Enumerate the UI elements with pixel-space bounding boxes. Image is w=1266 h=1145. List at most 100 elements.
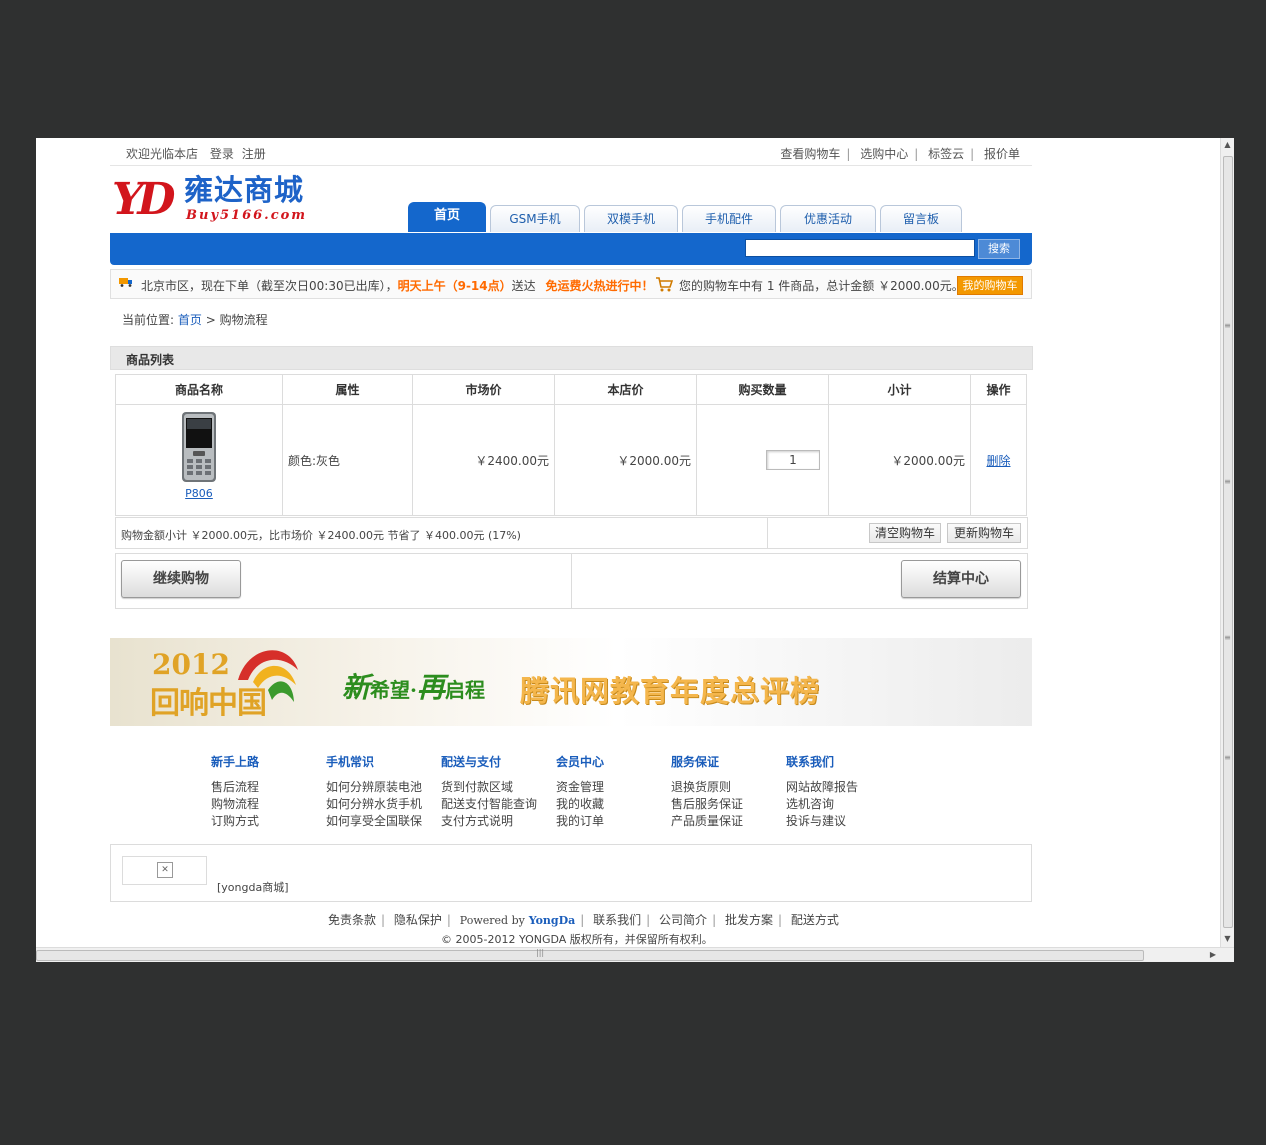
section-title: 商品列表 [126, 353, 175, 367]
register-link[interactable]: 注册 [242, 147, 266, 161]
continue-shopping-button[interactable]: 继续购物 [121, 560, 241, 598]
footer-column: 会员中心 资金管理 我的收藏 我的订单 [556, 753, 671, 830]
product-attribute: 颜色:灰色 [282, 404, 413, 516]
delete-item-link[interactable]: 删除 [986, 454, 1010, 468]
my-cart-button[interactable]: 我的购物车 [957, 276, 1023, 295]
friend-link-name[interactable]: [yongda商城] [217, 879, 289, 895]
separator: | [580, 913, 585, 927]
flame-swirl-icon [238, 650, 298, 702]
cart-icon [656, 277, 673, 292]
breadcrumb-home-link[interactable]: 首页 [178, 313, 202, 327]
footer-link-about[interactable]: 公司简介 [659, 913, 707, 927]
footer-link-disclaimer[interactable]: 免责条款 [328, 913, 376, 927]
quantity-input[interactable]: 1 [766, 450, 820, 470]
delivery-text: 北京市区，现在下单（截至次日00:30已出库），明天上午（9-14点）送达 免运… [141, 277, 653, 294]
logo-chinese-name: 雍达商城 [184, 173, 305, 207]
footer-link-wholesale[interactable]: 批发方案 [725, 913, 773, 927]
banner-title: 腾讯网教育年度总评榜 [520, 674, 821, 708]
footer-link[interactable]: 网站故障报告 [786, 779, 901, 796]
footer-link[interactable]: 我的订单 [556, 813, 671, 830]
divider [571, 554, 572, 608]
slogan-part-d: 启程 [445, 678, 485, 702]
footer-link[interactable]: 投诉与建议 [786, 813, 901, 830]
footer-column-title[interactable]: 配送与支付 [441, 753, 556, 770]
breadcrumb-current: 购物流程 [219, 313, 268, 327]
quote-list-link[interactable]: 报价单 [984, 147, 1020, 161]
cart-summary-text: 您的购物车中有 1 件商品，总计金额 ￥2000.00元。 [679, 279, 964, 293]
subtotal: ￥2000.00元 [828, 404, 971, 516]
scroll-down-arrow-icon[interactable]: ▼ [1221, 932, 1234, 946]
view-cart-link[interactable]: 查看购物车 [780, 147, 840, 161]
footer-column-title[interactable]: 服务保证 [671, 753, 786, 770]
shopping-center-link[interactable]: 选购中心 [860, 147, 908, 161]
footer-link[interactable]: 订购方式 [211, 813, 326, 830]
footer-column-title[interactable]: 联系我们 [786, 753, 901, 770]
tab-accessories[interactable]: 手机配件 [682, 205, 776, 232]
footer-link[interactable]: 选机咨询 [786, 796, 901, 813]
search-bar: 搜索 [110, 233, 1032, 265]
checkout-button[interactable]: 结算中心 [901, 560, 1021, 598]
footer-link[interactable]: 货到付款区域 [441, 779, 556, 796]
scrollbar-thumb[interactable] [36, 950, 1144, 961]
powered-by-name[interactable]: YongDa [529, 914, 576, 927]
logo-mark: YD [112, 174, 176, 225]
footer-column-title[interactable]: 会员中心 [556, 753, 671, 770]
tag-cloud-link[interactable]: 标签云 [928, 147, 964, 161]
welcome-area: 欢迎光临本店 登录 注册 [126, 145, 274, 162]
footer-link[interactable]: 退换货原则 [671, 779, 786, 796]
footer-column: 服务保证 退换货原则 售后服务保证 产品质量保证 [671, 753, 786, 830]
tab-promotions[interactable]: 优惠活动 [780, 205, 876, 232]
footer-link[interactable]: 如何分辨水货手机 [326, 796, 441, 813]
footer-link[interactable]: 购物流程 [211, 796, 326, 813]
powered-by-label: Powered by [459, 914, 525, 927]
footer-column: 手机常识 如何分辨原装电池 如何分辨水货手机 如何享受全国联保 [326, 753, 441, 830]
separator: | [777, 913, 782, 927]
broken-image-icon: ✕ [157, 862, 173, 878]
col-header-market-price: 市场价 [412, 374, 555, 405]
product-name-link[interactable]: P806 [185, 487, 213, 500]
search-input[interactable] [745, 239, 975, 257]
footer-link[interactable]: 我的收藏 [556, 796, 671, 813]
delivery-time: 明天上午（9-14点） [397, 279, 512, 293]
scroll-up-arrow-icon[interactable]: ▲ [1221, 138, 1234, 152]
clear-cart-button[interactable]: 清空购物车 [869, 523, 941, 543]
separator: | [381, 913, 386, 927]
footer-link-privacy[interactable]: 隐私保护 [394, 913, 442, 927]
footer-link-delivery[interactable]: 配送方式 [791, 913, 839, 927]
col-header-shop-price: 本店价 [554, 374, 697, 405]
browser-viewport: 欢迎光临本店 登录 注册 查看购物车 | 选购中心 | 标签云 | 报价单 YD 雍达… [36, 138, 1234, 962]
footer-link[interactable]: 售后流程 [211, 779, 326, 796]
footer-link[interactable]: 配送支付智能查询 [441, 796, 556, 813]
col-header-attributes: 属性 [282, 374, 413, 405]
site-logo[interactable]: YD 雍达商城 Buy5166.com [112, 173, 327, 228]
footer-link[interactable]: 如何分辨原装电池 [326, 779, 441, 796]
shop-price: ￥2000.00元 [554, 404, 697, 516]
table-row: P806 颜色:灰色 ￥2400.00元 ￥2000.00元 1 ￥2000.0… [115, 404, 1027, 516]
horizontal-scrollbar[interactable]: ||| ▶ [36, 947, 1234, 962]
slogan-part-c: 再 [416, 671, 445, 704]
login-link[interactable]: 登录 [210, 147, 234, 161]
top-links: 查看购物车 | 选购中心 | 标签云 | 报价单 [780, 145, 1020, 162]
tab-home[interactable]: 首页 [408, 202, 486, 232]
logo-domain: Buy5166.com [186, 208, 308, 223]
footer-column-title[interactable]: 新手上路 [211, 753, 326, 770]
footer-column-title[interactable]: 手机常识 [326, 753, 441, 770]
footer-link[interactable]: 售后服务保证 [671, 796, 786, 813]
tab-dual-mode-phones[interactable]: 双模手机 [584, 205, 678, 232]
friend-link-logo[interactable]: ✕ [122, 856, 207, 885]
product-phone-image[interactable] [181, 412, 217, 482]
footer-link[interactable]: 如何享受全国联保 [326, 813, 441, 830]
update-cart-button[interactable]: 更新购物车 [947, 523, 1021, 543]
search-button[interactable]: 搜索 [978, 239, 1020, 259]
vertical-scrollbar[interactable]: ▲ ≡ ≡ ≡ ≡ ▼ [1220, 138, 1234, 948]
footer-column: 新手上路 售后流程 购物流程 订购方式 [211, 753, 326, 830]
footer-link[interactable]: 支付方式说明 [441, 813, 556, 830]
scrollbar-thumb[interactable] [1223, 156, 1233, 928]
scroll-right-arrow-icon[interactable]: ▶ [1210, 948, 1216, 962]
footer-link[interactable]: 资金管理 [556, 779, 671, 796]
tab-guestbook[interactable]: 留言板 [880, 205, 962, 232]
footer-link-contact[interactable]: 联系我们 [593, 913, 641, 927]
tab-gsm-phones[interactable]: GSM手机 [490, 205, 580, 232]
footer-link[interactable]: 产品质量保证 [671, 813, 786, 830]
promo-banner[interactable]: 2012 回响中国 新希望·再启程 腾讯网教育年度总评榜 [110, 638, 1032, 726]
